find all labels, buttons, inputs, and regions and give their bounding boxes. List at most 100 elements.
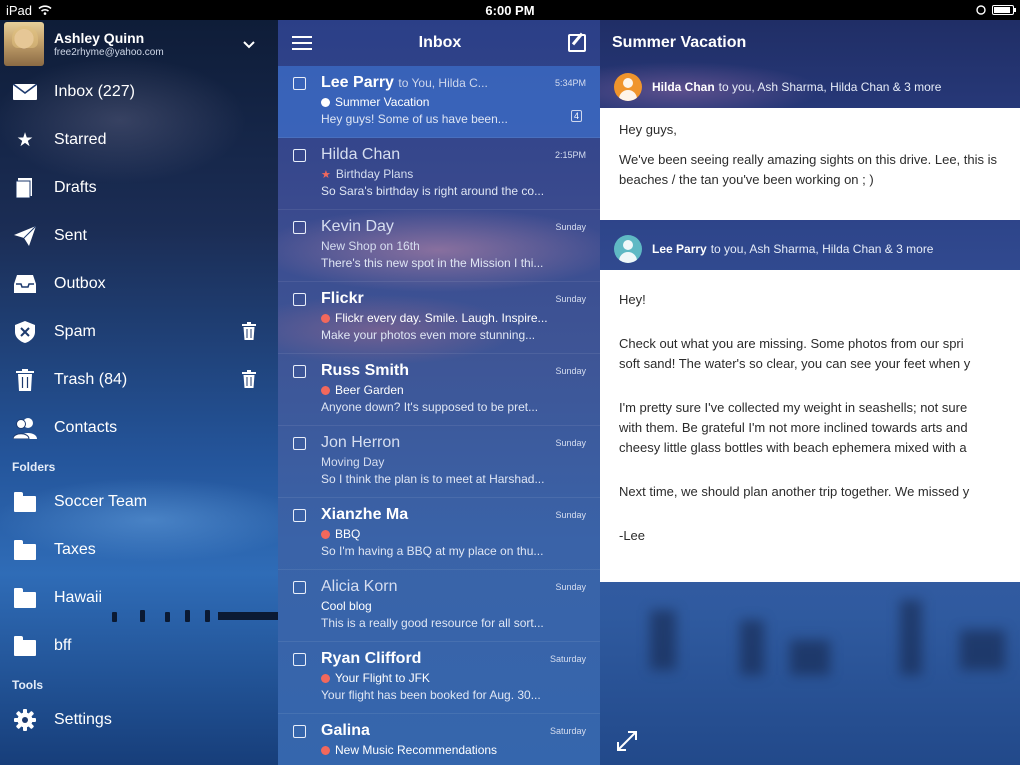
sidebar-item-spam[interactable]: Spam [0,308,278,356]
folders-section-label: Folders [12,460,56,474]
account-switcher[interactable]: Ashley Quinn free2rhyme@yahoo.com [0,20,278,68]
message-checkbox[interactable] [293,149,306,162]
sidebar-item-label: Trash (84) [54,371,128,388]
sidebar-item-outbox[interactable]: Outbox [0,260,278,308]
message-checkbox[interactable] [293,77,306,90]
thread-message-header[interactable]: Lee Parry to you, Ash Sharma, Hilda Chan… [600,228,1020,270]
menu-icon[interactable] [292,36,312,50]
sidebar-item-label: Settings [54,711,112,728]
message-checkbox[interactable] [293,653,306,666]
message-preview: So Sara's birthday is right around the c… [321,184,545,198]
message-sender: Hilda Chan [321,146,401,163]
message-row[interactable]: Galina Saturday New Music Recommendation… [278,714,600,765]
clock: 6:00 PM [485,2,535,18]
message-checkbox[interactable] [293,725,306,738]
message-row[interactable]: Flickr Sunday Flickr every day. Smile. L… [278,282,600,354]
rotation-lock-icon [976,5,986,15]
message-subject: Your Flight to JFK [335,671,430,685]
message-preview: Your flight has been booked for Aug. 30.… [321,688,541,702]
sidebar-item-label: Starred [54,131,107,148]
folder-label: bff [54,637,72,654]
message-checkbox[interactable] [293,509,306,522]
message-row[interactable]: Xianzhe Ma Sunday BBQ So I'm having a BB… [278,498,600,570]
body-line: Hey! [619,292,646,307]
body-line: beaches / the tan you've been working on… [619,172,874,187]
empty-trash-icon[interactable] [242,370,256,393]
message-time: Sunday [555,438,586,448]
folder-item-bff[interactable]: bff [0,622,278,670]
mail-icon [12,81,38,103]
thread-sender: Lee Parry [652,242,707,256]
message-preview: This is a really good resource for all s… [321,616,544,630]
thread-message-header[interactable]: Hilda Chan to you, Ash Sharma, Hilda Cha… [600,66,1020,108]
device-label: iPad [6,2,33,18]
avatar [4,22,44,66]
message-body: Hey guys, We've been seeing really amazi… [600,108,1020,220]
message-time: Saturday [549,726,586,736]
compose-icon[interactable] [567,34,586,52]
spam-shield-icon [12,321,38,343]
message-checkbox[interactable] [293,293,306,306]
paper-plane-icon [12,225,38,247]
folder-item-hawaii[interactable]: Hawaii [0,574,278,622]
thread-count-badge: 4 [570,110,582,122]
contacts-icon [12,417,38,439]
trash-icon [12,369,38,391]
folder-label: Hawaii [54,589,103,606]
sender-avatar [614,235,642,263]
message-preview: Hey guys! Some of us have been... [321,112,508,126]
message-checkbox[interactable] [293,365,306,378]
message-sender: Jon Herron [321,434,401,451]
thread-sender: Hilda Chan [652,80,715,94]
message-checkbox[interactable] [293,581,306,594]
message-sender: Russ Smith [321,362,410,379]
outbox-tray-icon [12,273,38,295]
message-time: Sunday [555,510,586,520]
folder-label: Soccer Team [54,493,148,510]
sidebar-item-contacts[interactable]: Contacts [0,404,278,452]
unread-dot-icon [321,385,330,395]
expand-icon[interactable] [616,730,638,752]
tools-section-label: Tools [12,678,44,692]
sidebar-item-trash[interactable]: Trash (84) [0,356,278,404]
message-row[interactable]: Ryan Clifford Saturday Your Flight to JF… [278,642,600,714]
message-preview: Make your photos even more stunning... [321,328,536,342]
message-checkbox[interactable] [293,221,306,234]
battery-icon [992,5,1016,15]
message-time: 2:15PM [554,150,586,160]
sidebar-item-settings[interactable]: Settings [0,696,278,744]
message-row[interactable]: Russ Smith Sunday Beer Garden Anyone dow… [278,354,600,426]
message-checkbox[interactable] [293,437,306,450]
message-time: Sunday [555,366,586,376]
reading-pane: Summer Vacation Hilda Chan to you, Ash S… [600,20,1020,765]
folder-label: Taxes [54,541,96,558]
message-row[interactable]: Alicia Korn Sunday Cool blog This is a r… [278,570,600,642]
message-row[interactable]: Jon Herron Sunday Moving Day So I think … [278,426,600,498]
sidebar-item-sent[interactable]: Sent [0,212,278,260]
sidebar-item-label: Contacts [54,419,118,436]
message-recipients: to You, Hilda C... [398,76,488,90]
unread-dot-icon [321,313,330,323]
gear-icon [12,709,38,731]
body-line: We've been seeing really amazing sights … [619,152,997,167]
message-preview: There's this new spot in the Mission I t… [321,256,544,270]
message-body: Hey! Check out what you are missing. Som… [600,270,1020,582]
message-row[interactable]: Hilda Chan 2:15PM ★ Birthday Plans So Sar… [278,138,600,210]
message-row[interactable]: Lee Parry to You, Hilda C... 5:34PM Summ… [278,66,600,138]
sidebar-item-starred[interactable]: ★ Starred [0,116,278,164]
sidebar-item-inbox[interactable]: Inbox (227) [0,68,278,116]
body-line: with them. Be grateful I'm not more incl… [619,420,968,435]
folder-icon [12,491,38,513]
chevron-down-icon[interactable] [234,36,264,52]
sidebar-item-drafts[interactable]: Drafts [0,164,278,212]
message-subject: BBQ [335,527,361,541]
folder-item-taxes[interactable]: Taxes [0,526,278,574]
star-icon: ★ [16,129,34,151]
message-time: Saturday [549,654,586,664]
sender-avatar [614,73,642,101]
message-row[interactable]: Kevin Day Sunday New Shop on 16th There'… [278,210,600,282]
empty-spam-trash-icon[interactable] [242,322,256,345]
folder-icon [12,587,38,609]
thread-recipients: to you, Ash Sharma, Hilda Chan & 3 more [718,80,942,94]
folder-item-soccer-team[interactable]: Soccer Team [0,478,278,526]
